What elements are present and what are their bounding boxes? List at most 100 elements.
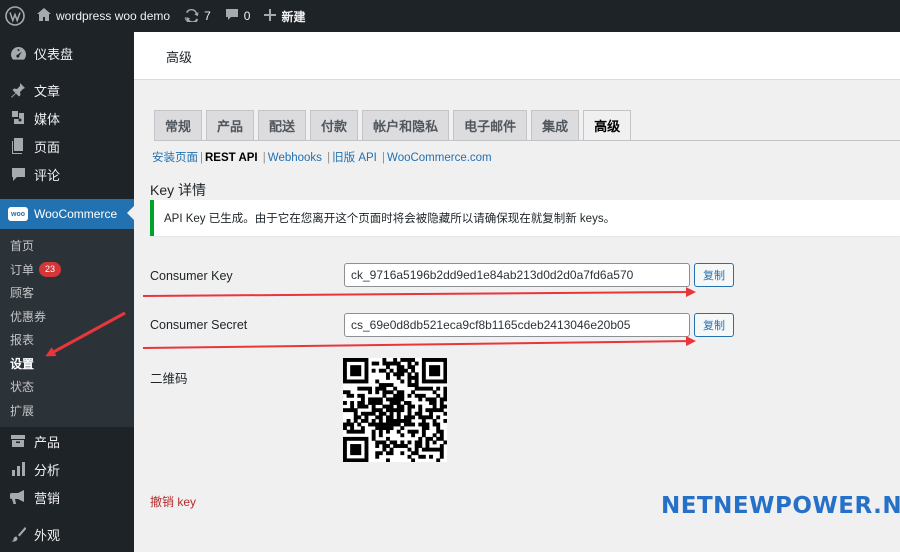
subnav-woocommerce-com[interactable]: WooCommerce.com [387,152,492,164]
menu-products[interactable]: 产品 [0,427,134,455]
qr-module [357,372,362,377]
tab-advanced[interactable]: 高级 [583,110,632,140]
tab-payments[interactable]: 付款 [310,110,359,140]
qr-module [371,368,376,373]
menu-appearance[interactable]: 外观 [0,520,134,548]
tab-products[interactable]: 产品 [206,110,255,140]
submenu-settings[interactable]: 设置 [0,352,134,376]
comments-link[interactable]: 0 [218,0,258,32]
qr-module [357,436,362,441]
subnav-rest-api[interactable]: REST API [205,152,258,164]
qr-module [357,444,362,448]
menu-label: 营销 [34,490,61,506]
menu-media[interactable]: 媒体 [0,104,134,132]
qr-module [436,429,441,434]
qr-module [375,379,380,384]
qr-module [350,401,355,405]
qr-module [407,393,412,398]
qr-module [350,426,355,431]
qr-module [389,368,394,373]
wordpress-logo-icon[interactable] [0,0,30,32]
submenu-customers[interactable]: 顾客 [0,281,134,305]
qr-module [403,422,408,427]
menu-pages[interactable]: 页面 [0,132,134,160]
product-icon [8,432,28,450]
qr-module [429,368,433,373]
woocommerce-submenu: 首页 订单 23 顾客 优惠券 报表 设置 状态 扩展 [0,229,134,427]
subnav-webhooks[interactable]: Webhooks [268,152,322,164]
consumer-key-input[interactable]: ck_9716a5196b2dd9ed1e84ab213d0d2d0a7fd6a… [344,263,690,287]
submenu-reports[interactable]: 报表 [0,328,134,352]
qr-module [403,418,408,423]
tab-accounts-privacy[interactable]: 帐户和隐私 [362,110,450,140]
qr-module [360,426,365,431]
qr-module [360,397,365,402]
qr-module [400,379,405,384]
menu-marketing[interactable]: 营销 [0,483,134,511]
qr-module [368,390,372,395]
pin-icon [8,81,28,99]
qr-module [421,447,426,452]
copy-consumer-secret-button[interactable]: 复制 [694,313,734,337]
menu-dashboard[interactable]: 仪表盘 [0,39,134,67]
menu-analytics[interactable]: 分析 [0,455,134,483]
qr-module [378,429,383,434]
qr-module [425,379,430,384]
qr-module [375,401,380,405]
menu-comments[interactable]: 评论 [0,160,134,188]
submenu-orders[interactable]: 订单 23 [0,258,134,282]
qr-module [350,458,355,463]
tab-shipping[interactable]: 配送 [258,110,307,140]
qr-module [350,365,355,370]
qr-module [371,436,376,441]
qr-module [396,390,401,395]
qr-module [407,429,412,434]
qr-module [400,368,405,373]
qr-module [343,372,347,377]
qr-module [386,372,390,377]
qr-module [378,383,383,387]
submenu-status[interactable]: 状态 [0,375,134,399]
brush-icon [8,525,28,543]
site-name-link[interactable]: wordpress woo demo [30,0,177,32]
submenu-extensions[interactable]: 扩展 [0,399,134,423]
qr-module [429,379,433,384]
qr-module [382,426,387,431]
qr-module [357,447,362,452]
qr-module [439,429,444,434]
tab-emails[interactable]: 电子邮件 [453,110,528,140]
menu-label: WooCommerce [34,207,118,221]
submenu-coupons[interactable]: 优惠券 [0,305,134,329]
copy-consumer-key-button[interactable]: 复制 [694,263,734,287]
qr-module [421,358,426,362]
tab-general[interactable]: 常规 [154,110,203,140]
new-content-link[interactable]: 新建 [257,0,312,32]
qr-module [443,390,448,395]
qr-module [414,444,419,448]
qr-module [382,393,387,398]
qr-module [357,393,362,398]
qr-module [432,390,437,395]
tab-integration[interactable]: 集成 [531,110,580,140]
qr-module [403,358,408,362]
consumer-secret-input[interactable]: cs_69e0d8db521eca9cf8b1165cdeb2413046e20… [344,313,690,337]
menu-posts[interactable]: 文章 [0,76,134,104]
subnav-legacy-api[interactable]: 旧版 API [332,152,377,164]
qr-module [418,393,423,398]
menu-woocommerce[interactable]: woo WooCommerce [0,199,134,229]
subnav-page-setup[interactable]: 安装页面 [152,152,198,164]
qr-module [386,422,390,427]
updates-link[interactable]: 7 [177,0,218,32]
submenu-home[interactable]: 首页 [0,234,134,258]
qr-module [353,372,358,377]
qr-module [360,436,365,441]
revoke-key-link[interactable]: 撤销 key [150,493,196,510]
qr-module [371,361,376,366]
consumer-secret-label: Consumer Secret [150,318,248,332]
qr-module [432,447,437,452]
comment-bubble-icon [225,8,239,24]
qr-module [411,433,416,438]
success-notice: API Key 已生成。由于它在您离开这个页面时将会被隐藏所以请确保现在就复制新… [150,200,900,236]
qr-module [432,440,437,445]
qr-module [346,390,351,395]
